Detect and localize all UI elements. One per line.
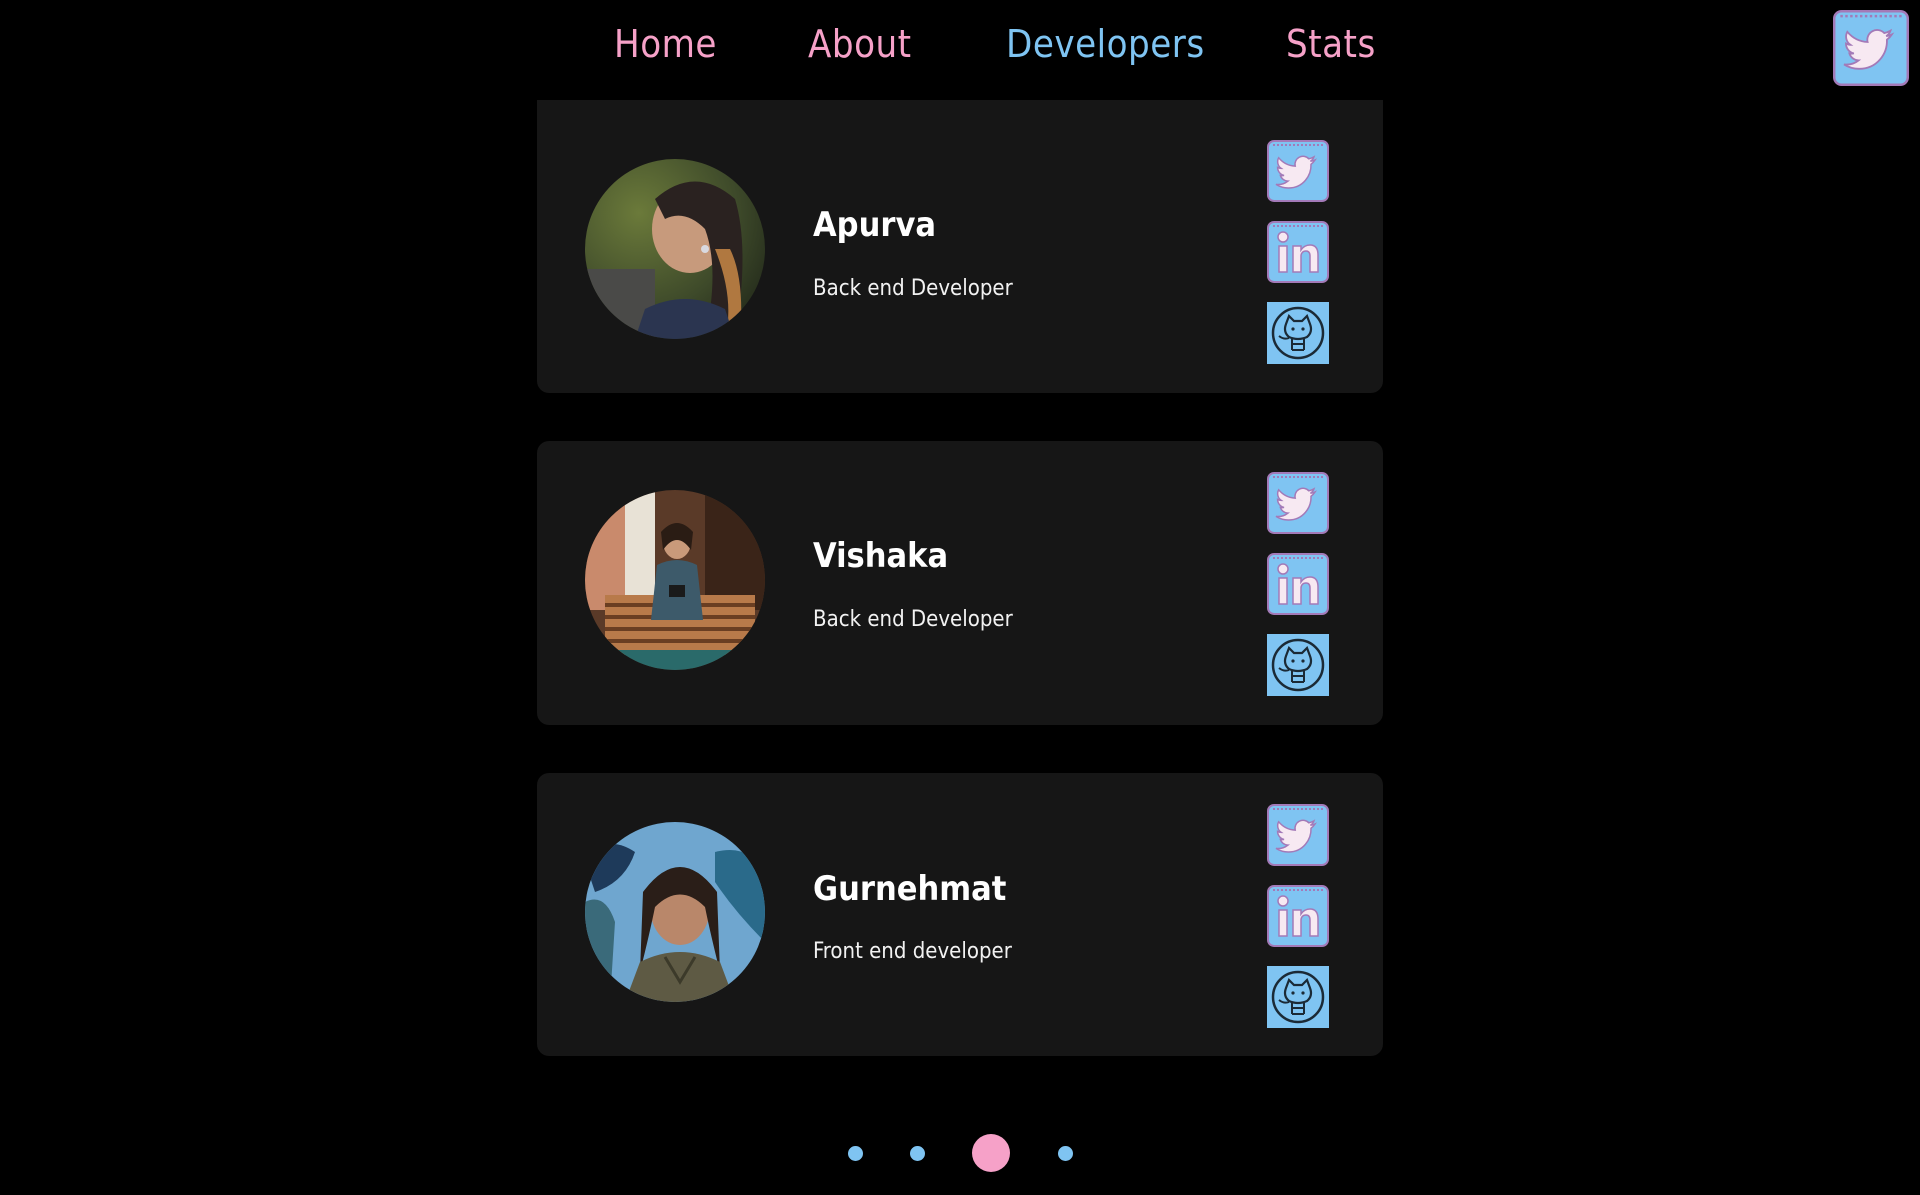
linkedin-icon[interactable] [1267, 885, 1329, 947]
developer-card: Vishaka Back end Developer [537, 441, 1383, 725]
github-icon[interactable] [1267, 302, 1329, 364]
developer-role: Back end Developer [813, 276, 1013, 301]
pagination-dot[interactable] [1058, 1146, 1073, 1161]
nav-developers-link[interactable]: Developers [1006, 22, 1205, 66]
developer-card: Gurnehmat Front end developer [537, 773, 1383, 1056]
top-nav: Home About Developers Stats [0, 22, 1920, 72]
twitter-icon[interactable] [1267, 140, 1329, 202]
github-icon[interactable] [1267, 966, 1329, 1028]
developer-role: Back end Developer [813, 607, 1013, 632]
twitter-icon[interactable] [1267, 804, 1329, 866]
nav-about-link[interactable]: About [808, 22, 912, 66]
developer-avatar [585, 490, 765, 670]
twitter-share-icon[interactable] [1833, 9, 1909, 86]
pagination-dot[interactable] [910, 1146, 925, 1161]
linkedin-icon[interactable] [1267, 553, 1329, 615]
developer-name: Vishaka [813, 536, 949, 576]
developer-name: Gurnehmat [813, 869, 1007, 909]
github-icon[interactable] [1267, 634, 1329, 696]
page: Home About Developers Stats Apurva Back … [0, 0, 1920, 1195]
pagination-dot[interactable] [848, 1146, 863, 1161]
developer-avatar [585, 822, 765, 1002]
developer-card: Apurva Back end Developer [537, 100, 1383, 393]
pagination-dot-active[interactable] [972, 1134, 1010, 1172]
developer-name: Apurva [813, 205, 937, 245]
developer-avatar [585, 159, 765, 339]
nav-stats-link[interactable]: Stats [1286, 22, 1376, 66]
linkedin-icon[interactable] [1267, 221, 1329, 283]
nav-home-link[interactable]: Home [614, 22, 717, 66]
twitter-icon[interactable] [1267, 472, 1329, 534]
developer-role: Front end developer [813, 939, 1012, 964]
